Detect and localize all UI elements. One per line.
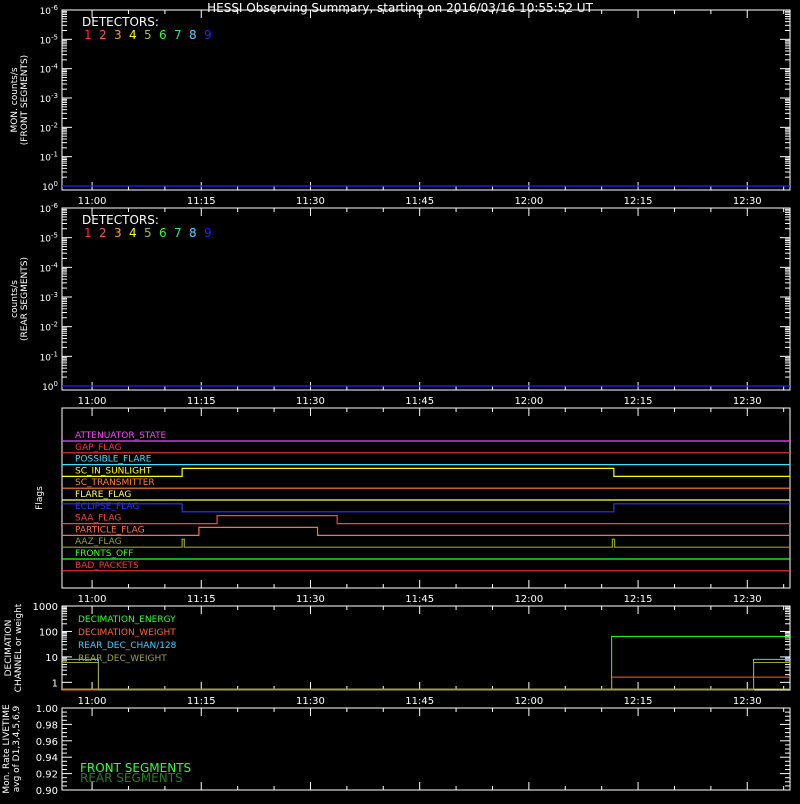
rear-ylabel: (REAR SEGMENTS) xyxy=(20,257,30,341)
front-xtick-label: 11:30 xyxy=(296,196,325,207)
front-legend-detector-7: 7 xyxy=(174,28,182,42)
flags-xtick-label: 11:00 xyxy=(78,594,107,605)
flags-label-gap_flag: GAP_FLAG xyxy=(75,443,121,453)
decimation-legend-0: DECIMATION_ENERGY xyxy=(78,615,176,625)
front-xtick-label: 12:30 xyxy=(733,196,762,207)
front-xtick-label: 11:45 xyxy=(405,196,434,207)
flags-label-possible_flare: POSSIBLE_FLARE xyxy=(75,455,152,465)
rear-legend-title: DETECTORS: xyxy=(82,213,159,227)
flags-xtick-label: 12:15 xyxy=(624,594,653,605)
decimation-ylabel: CHANNEL or weight xyxy=(14,603,24,692)
flags-label-sc_transmitter: SC_TRANSMITTER xyxy=(75,478,155,488)
front-ylabel: MON. counts/s xyxy=(10,67,20,132)
rear-xtick-label: 12:30 xyxy=(733,396,762,407)
flags-label-attenuator_state: ATTENUATOR_STATE xyxy=(75,431,167,441)
flags-xtick-label: 12:30 xyxy=(733,594,762,605)
flags-label-particle_flag: PARTICLE_FLAG xyxy=(75,525,145,535)
flags-ylabel: Flags xyxy=(35,486,45,510)
rear-legend-detector-7: 7 xyxy=(174,226,182,240)
decimation-xtick-label: 12:30 xyxy=(733,696,762,707)
decimation-xtick-label: 11:30 xyxy=(296,696,325,707)
front-legend-detector-2: 2 xyxy=(99,28,107,42)
hessi-summary: HESSI Observing Summary, starting on 201… xyxy=(0,0,800,800)
livetime-ytick-label: 0.96 xyxy=(36,737,58,748)
livetime-ytick-label: 0.98 xyxy=(36,720,58,731)
front-legend-detector-9: 9 xyxy=(204,28,212,42)
decimation-xtick-label: 12:00 xyxy=(514,696,543,707)
decimation-xtick-label: 11:00 xyxy=(78,696,107,707)
livetime-ytick-label: 0.94 xyxy=(36,753,58,764)
flags-xtick-label: 11:30 xyxy=(296,594,325,605)
chart-canvas: HESSI Observing Summary, starting on 201… xyxy=(0,0,800,800)
rear-legend-detector-2: 2 xyxy=(99,226,107,240)
front-legend-detector-3: 3 xyxy=(114,28,122,42)
decimation-ylabel: DECIMATION xyxy=(4,620,14,677)
flags-label-saa_flag: SAA_FLAG xyxy=(75,514,121,524)
livetime-ytick-label: 0.92 xyxy=(36,770,58,781)
rear-xtick-label: 12:00 xyxy=(514,396,543,407)
rear-legend-detector-8: 8 xyxy=(189,226,197,240)
rear-xtick-label: 11:15 xyxy=(187,396,216,407)
decimation-ytick-label: 1000 xyxy=(33,602,58,613)
rear-legend-detector-1: 1 xyxy=(84,226,92,240)
flags-label-bad_packets: BAD_PACKETS xyxy=(75,561,139,571)
rear-legend-detector-6: 6 xyxy=(159,226,167,240)
rear-legend-detector-5: 5 xyxy=(144,226,152,240)
rear-xtick-label: 12:15 xyxy=(624,396,653,407)
rear-legend-detector-3: 3 xyxy=(114,226,122,240)
front-legend-detector-4: 4 xyxy=(129,28,137,42)
front-ylabel: (FRONT SEGMENTS) xyxy=(20,55,30,145)
rear-legend-detector-9: 9 xyxy=(204,226,212,240)
rear-xtick-label: 11:30 xyxy=(296,396,325,407)
livetime-ytick-label: 1.00 xyxy=(36,704,58,715)
decimation-xtick-label: 11:45 xyxy=(405,696,434,707)
front-legend-detector-1: 1 xyxy=(84,28,92,42)
rear-legend-detector-4: 4 xyxy=(129,226,137,240)
flags-xtick-label: 11:15 xyxy=(187,594,216,605)
front-legend-detector-6: 6 xyxy=(159,28,167,42)
flags-xtick-label: 12:00 xyxy=(514,594,543,605)
chart-title: HESSI Observing Summary, starting on 201… xyxy=(207,1,593,15)
front-legend-detector-5: 5 xyxy=(144,28,152,42)
rear-xtick-label: 11:45 xyxy=(405,396,434,407)
decimation-legend-2: REAR_DEC_CHAN/128 xyxy=(78,641,177,651)
front-xtick-label: 11:15 xyxy=(187,196,216,207)
flags-label-flare_flag: FLARE_FLAG xyxy=(75,490,131,500)
flags-label-fronts_off: FRONTS_OFF xyxy=(75,549,133,559)
front-legend-detector-8: 8 xyxy=(189,28,197,42)
front-xtick-label: 12:15 xyxy=(624,196,653,207)
decimation-legend-1: DECIMATION_WEIGHT xyxy=(78,628,176,638)
front-xtick-label: 12:00 xyxy=(514,196,543,207)
decimation-xtick-label: 11:15 xyxy=(187,696,216,707)
livetime-ytick-label: 0.90 xyxy=(36,786,58,797)
decimation-ytick-label: 100 xyxy=(39,627,58,638)
rear-ylabel: counts/s xyxy=(10,280,20,318)
front-xtick-label: 11:00 xyxy=(78,196,107,207)
livetime-legend-1: REAR SEGMENTS xyxy=(80,771,183,785)
decimation-ytick-label: 1 xyxy=(52,678,58,689)
livetime-ylabel: avg of D1,3,4,5,6,9 xyxy=(12,705,22,792)
flags-label-aaz_flag: AAZ_FLAG xyxy=(75,537,122,547)
flags-xtick-label: 11:45 xyxy=(405,594,434,605)
decimation-ytick-label: 10 xyxy=(45,653,58,664)
livetime-ylabel: Mon. Rate LIVETIME xyxy=(2,704,12,794)
decimation-xtick-label: 12:15 xyxy=(624,696,653,707)
flags-label-sc_in_sunlight: SC_IN_SUNLIGHT xyxy=(75,466,152,476)
rear-xtick-label: 11:00 xyxy=(78,396,107,407)
front-legend-title: DETECTORS: xyxy=(82,15,159,29)
